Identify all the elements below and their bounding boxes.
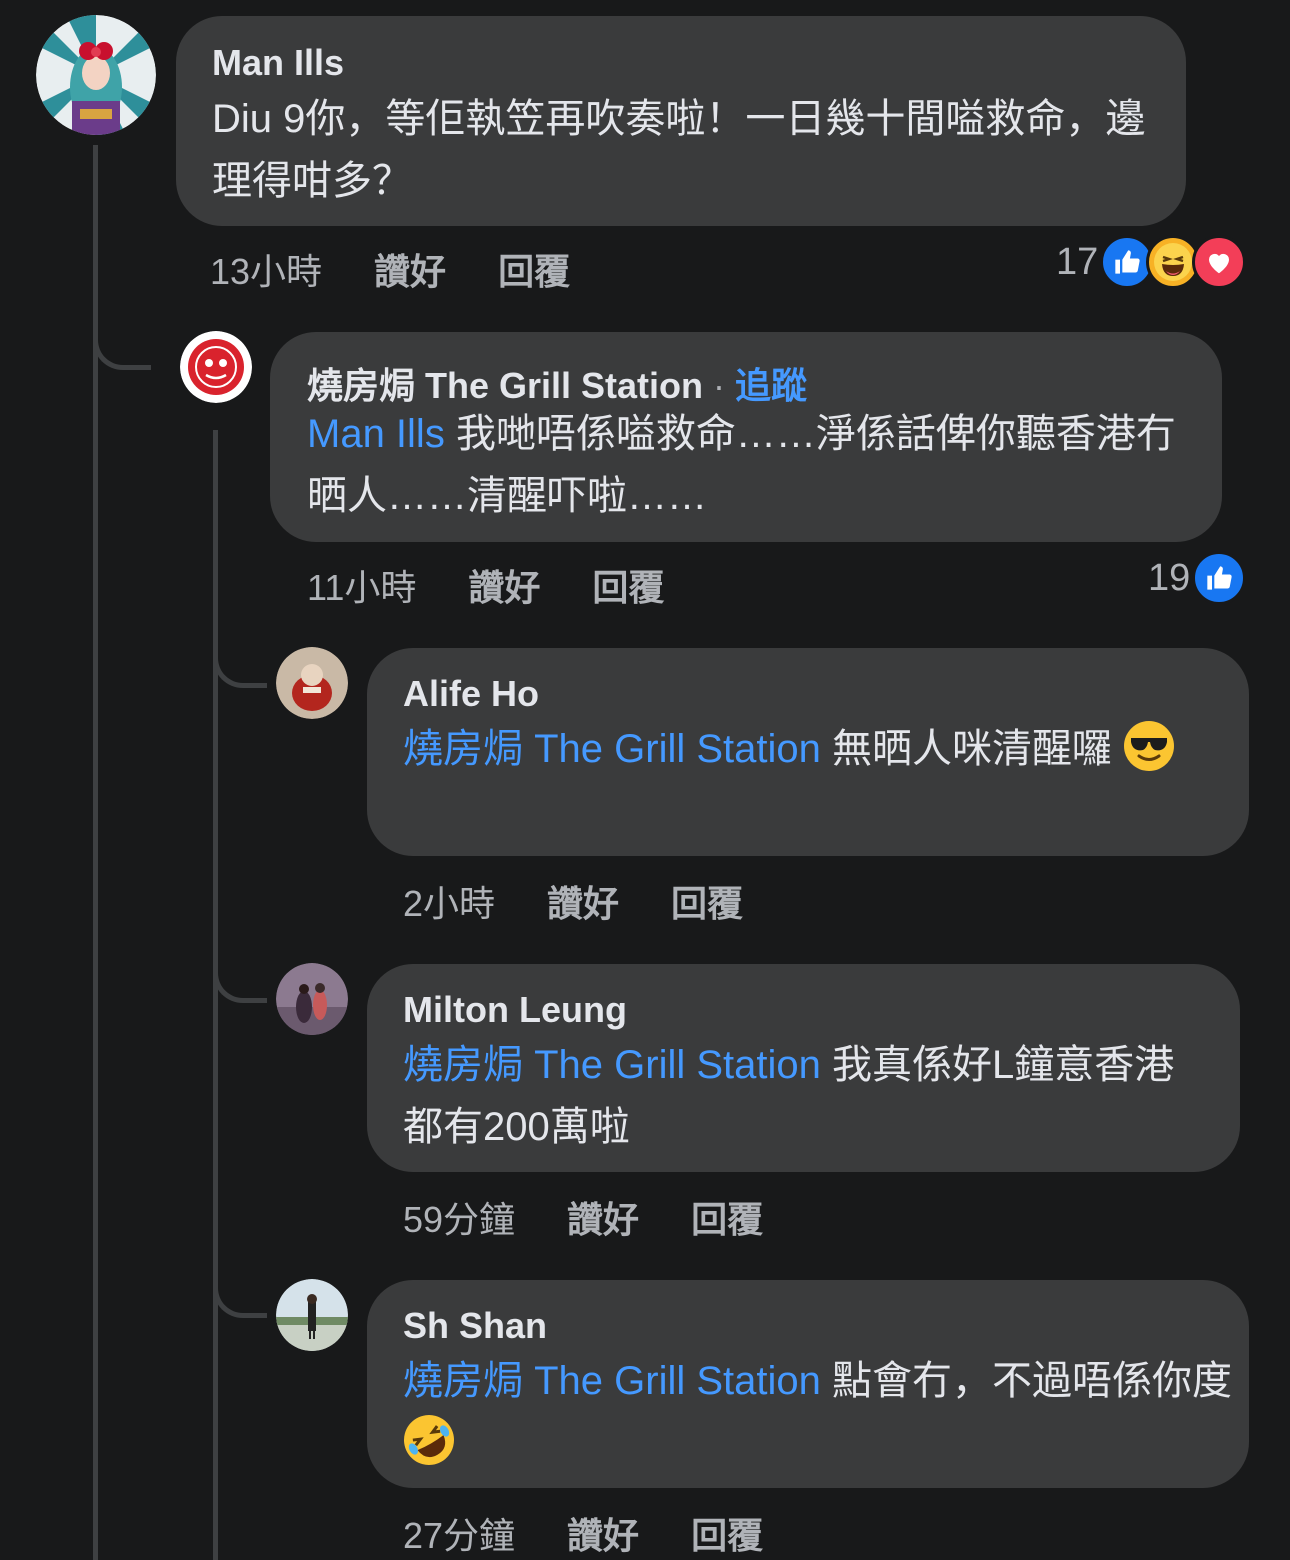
reply-button[interactable]: 回覆 [691,1507,763,1559]
sunglasses-emoji-icon [1123,720,1175,772]
comment-author[interactable]: 燒房焗 The Grill Station [307,365,703,406]
comment-timestamp[interactable]: 13小時 [210,243,322,295]
separator-dot: · [713,365,726,406]
avatar[interactable] [276,647,348,719]
avatar[interactable] [276,963,348,1035]
like-button[interactable]: 讚好 [468,559,540,611]
comment-text: 燒房焗 The Grill Station 無晒人咪清醒囉 [403,718,1233,780]
like-button[interactable]: 讚好 [567,1191,639,1243]
comment-text: Diu 9你，等佢執笠再吹奏啦！一日幾十間嗌救命，邊理得咁多？ [212,97,1146,203]
reply-button[interactable]: 回覆 [498,243,570,295]
comment-body: 點會冇，不過唔係你度 [832,1359,1233,1403]
comment-actions: 27分鐘 讚好 回覆 [403,1507,815,1559]
comment-timestamp[interactable]: 11小時 [307,559,416,611]
comment-author[interactable]: Alife Ho [403,673,539,715]
love-reaction-icon [1192,235,1247,289]
mention-link[interactable]: 燒房焗 The Grill Station [403,727,821,771]
like-button[interactable]: 讚好 [567,1507,639,1559]
like-button[interactable]: 讚好 [547,875,619,927]
rolling-laughing-emoji-icon [403,1414,455,1466]
follow-button[interactable]: 追蹤 [735,365,807,406]
mention-link[interactable]: 燒房焗 The Grill Station [403,1043,821,1087]
comment-author-line: 燒房焗 The Grill Station · 追蹤 [307,357,807,409]
comment-actions: 11小時 讚好 回覆 [307,559,716,611]
avatar[interactable] [180,331,252,403]
thread-connector [213,620,267,688]
thread-connector [213,935,267,1003]
like-reaction-icon [1192,551,1247,605]
avatar[interactable] [276,1279,348,1351]
comment-actions: 2小時 讚好 回覆 [403,875,795,927]
thread-line-replies [213,430,218,1560]
comment-timestamp[interactable]: 27分鐘 [403,1507,515,1559]
comment-author[interactable]: Sh Shan [403,1305,547,1347]
reaction-summary[interactable]: 19 [1148,551,1247,605]
mention-link[interactable]: Man Ills [307,412,445,456]
comment-timestamp[interactable]: 2小時 [403,875,495,927]
comment-text: 燒房焗 The Grill Station 點會冇，不過唔係你度 [403,1350,1233,1474]
comment-thread: Man Ills Diu 9你，等佢執笠再吹奏啦！一日幾十間嗌救命，邊理得咁多？… [0,0,1290,1560]
comment-actions: 13小時 讚好 回覆 [210,243,622,295]
mention-link[interactable]: 燒房焗 The Grill Station [403,1359,821,1403]
thread-line-main [93,145,98,1560]
thread-connector [213,1250,267,1318]
reaction-summary[interactable]: 17 [1056,235,1247,289]
comment-text: Man Ills 我哋唔係嗌救命……淨係話俾你聽香港冇晒人……清醒吓啦…… [307,403,1202,527]
comment-body: 無晒人咪清醒囉 [832,727,1113,771]
thread-connector [93,300,151,370]
reaction-count: 17 [1056,240,1099,283]
avatar[interactable] [36,15,156,135]
like-button[interactable]: 讚好 [374,243,446,295]
comment-actions: 59分鐘 讚好 回覆 [403,1191,815,1243]
reply-button[interactable]: 回覆 [592,559,664,611]
comment-author[interactable]: Man Ills [212,42,344,84]
reaction-count: 19 [1148,556,1191,599]
comment-text: 燒房焗 The Grill Station 我真係好L鐘意香港 都有200萬啦 [403,1034,1223,1158]
reply-button[interactable]: 回覆 [691,1191,763,1243]
comment-author[interactable]: Milton Leung [403,989,627,1031]
reply-button[interactable]: 回覆 [671,875,743,927]
comment-timestamp[interactable]: 59分鐘 [403,1191,515,1243]
